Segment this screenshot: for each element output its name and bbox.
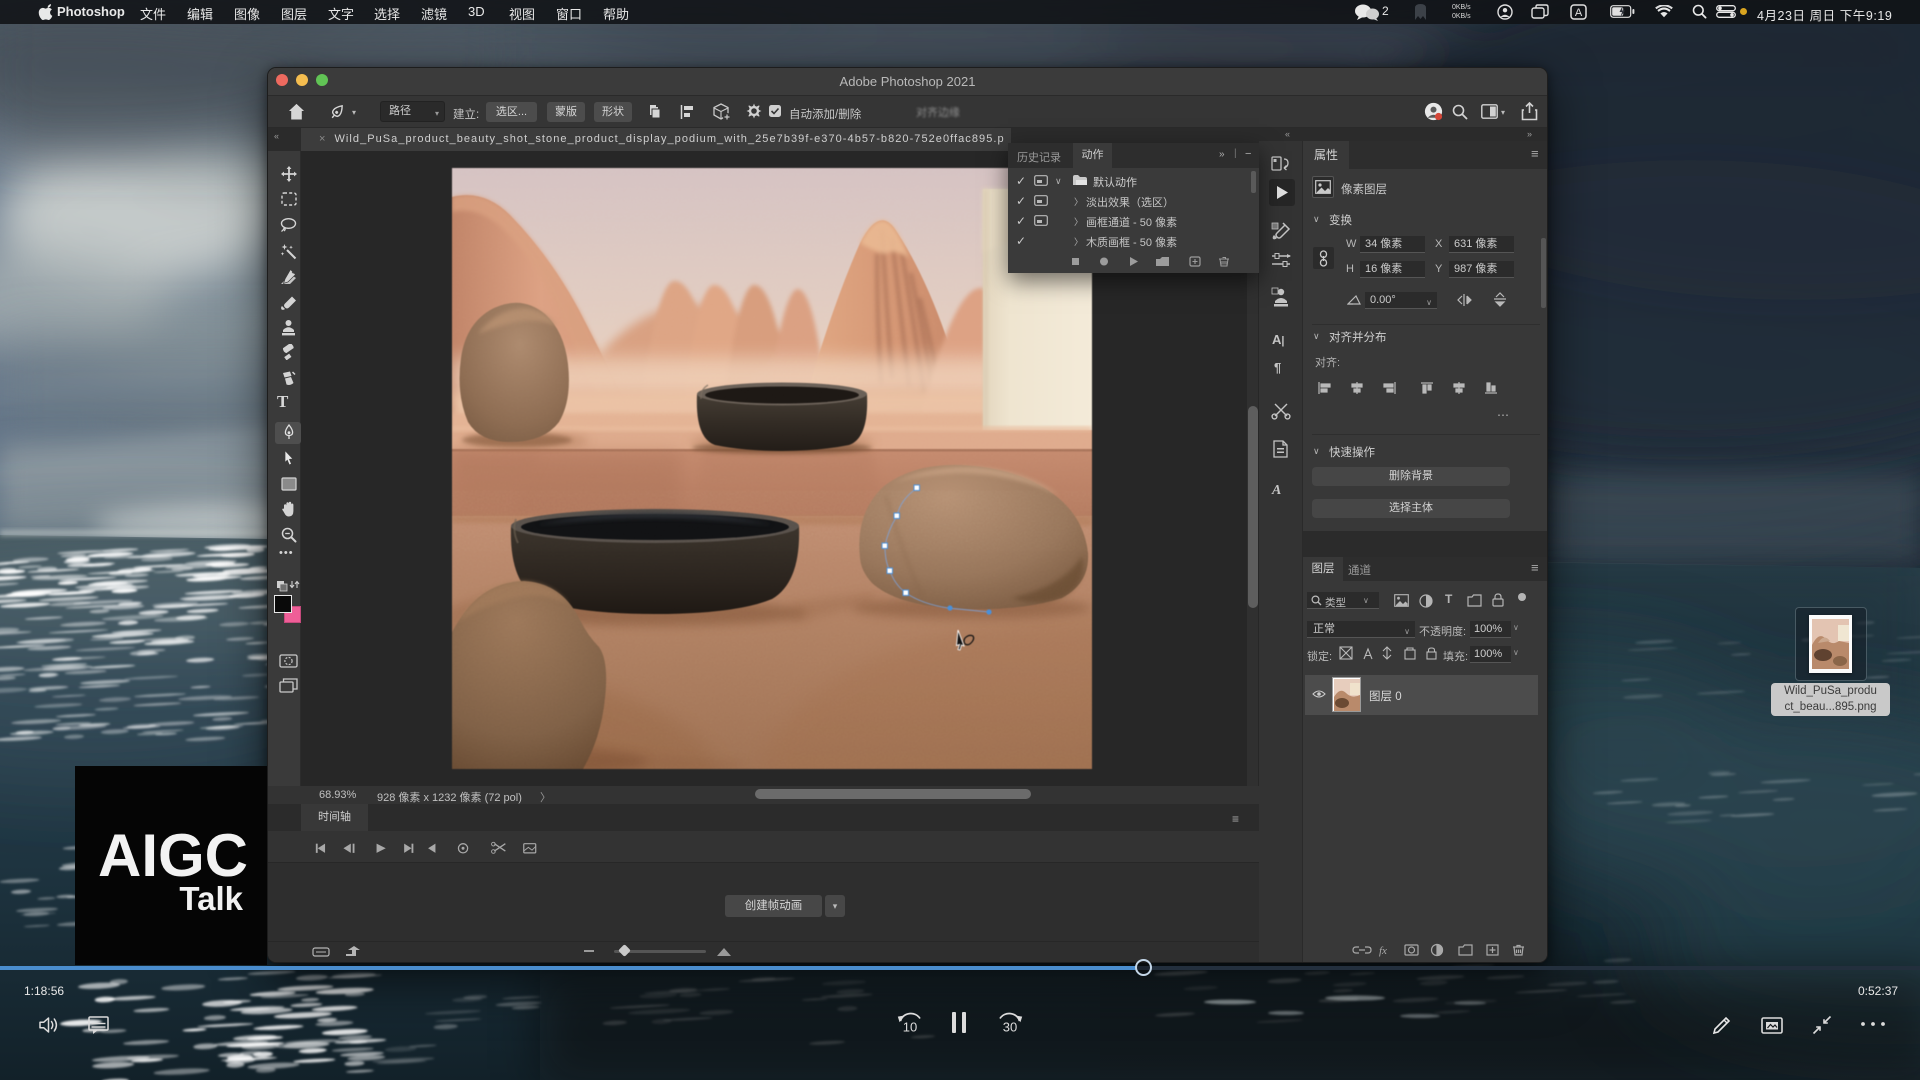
svg-text:A: A	[1575, 7, 1583, 19]
svg-text:fx: fx	[1379, 945, 1387, 957]
